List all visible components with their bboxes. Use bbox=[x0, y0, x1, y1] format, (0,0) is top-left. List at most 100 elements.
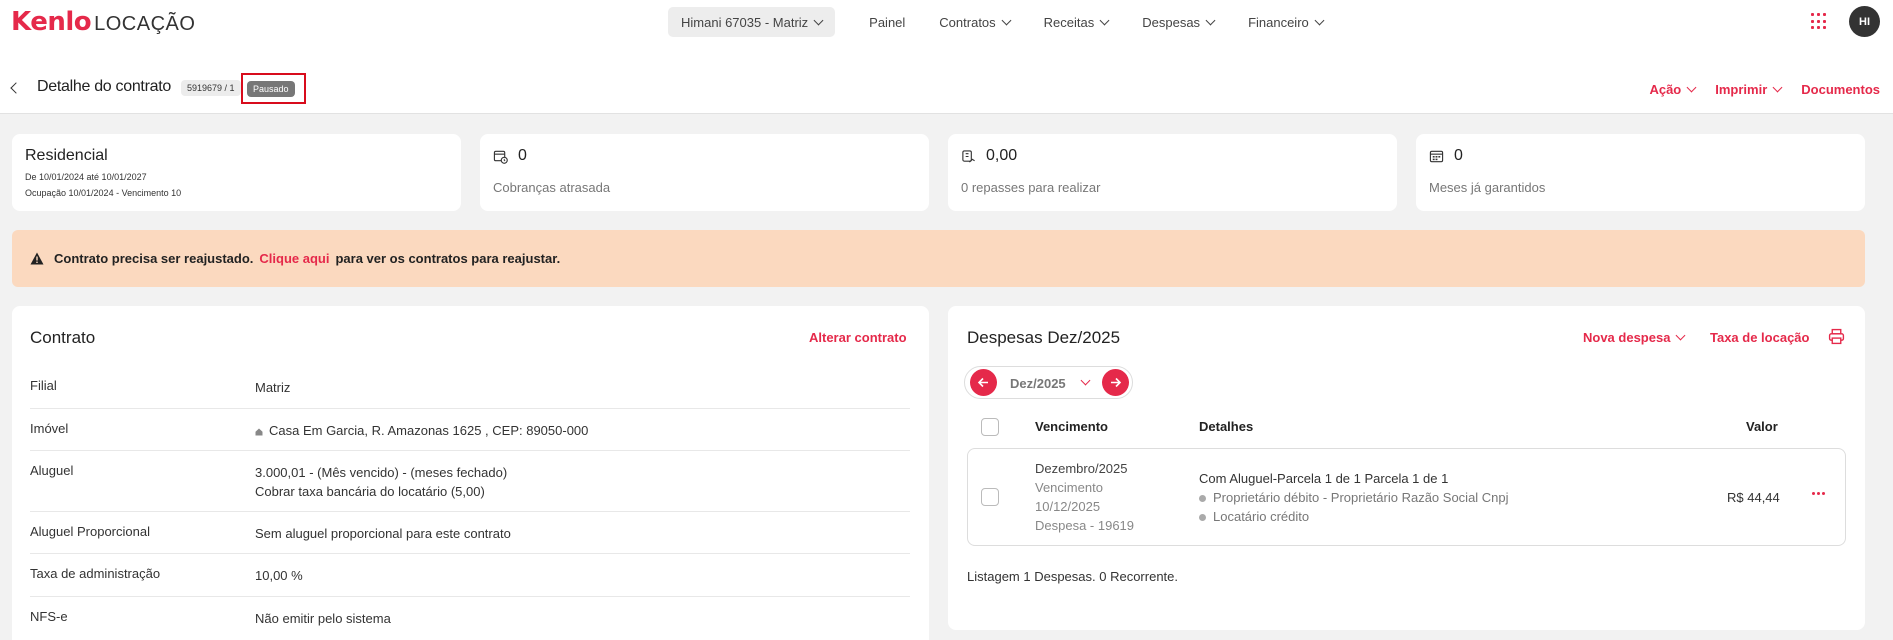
col-detalhes: Detalhes bbox=[1199, 419, 1254, 434]
more-options-icon[interactable] bbox=[1812, 492, 1827, 495]
select-all-checkbox[interactable] bbox=[981, 418, 999, 436]
chevron-down-icon bbox=[813, 15, 824, 25]
calendar-clock-icon bbox=[493, 150, 508, 164]
contract-row: Aluguel 3.000,01 - (Mês vencido) - (mese… bbox=[30, 451, 910, 512]
row-value: 10,00 % bbox=[255, 568, 303, 583]
documentos-label: Documentos bbox=[1801, 82, 1880, 97]
row-key: NFS-e bbox=[30, 609, 68, 624]
contract-row: Filial Matriz bbox=[30, 366, 910, 409]
expense-due-date: 10/12/2025 bbox=[1035, 499, 1101, 514]
stat-card-repasses[interactable]: 0,00 0 repasses para realizar bbox=[948, 134, 1397, 211]
expense-credit: Locatário crédito bbox=[1213, 509, 1310, 524]
stat-card-meses[interactable]: 0 Meses já garantidos bbox=[1416, 134, 1865, 211]
row-value: 3.000,01 - (Mês vencido) - (meses fechad… bbox=[255, 463, 507, 501]
alert-text-after: para ver os contratos para reajustar. bbox=[335, 251, 561, 266]
contract-period: De 10/01/2024 até 10/01/2027 bbox=[25, 172, 147, 182]
stat-label: Cobranças atrasada bbox=[493, 180, 611, 195]
col-valor: Valor bbox=[1746, 419, 1778, 434]
chevron-down-icon bbox=[1080, 375, 1091, 386]
contract-type: Residencial bbox=[25, 147, 108, 164]
stat-value: 0,00 bbox=[986, 147, 1018, 164]
documentos-link[interactable]: Documentos bbox=[1801, 82, 1880, 97]
print-icon[interactable] bbox=[1828, 328, 1845, 345]
nav-despesas[interactable]: Despesas bbox=[1142, 15, 1216, 30]
chevron-down-icon bbox=[1772, 82, 1783, 93]
readjust-alert: Contrato precisa ser reajustado. Clique … bbox=[12, 230, 1865, 287]
branch-label: Himani 67035 - Matriz bbox=[681, 14, 809, 30]
imprimir-menu[interactable]: Imprimir bbox=[1715, 82, 1783, 97]
chevron-down-icon bbox=[1314, 15, 1325, 25]
contract-row: NFS-e Não emitir pelo sistema bbox=[30, 597, 910, 640]
chevron-down-icon bbox=[1099, 15, 1110, 25]
apps-grid-icon[interactable] bbox=[1811, 13, 1828, 30]
row-checkbox[interactable] bbox=[981, 488, 999, 506]
arrow-right-icon bbox=[1111, 377, 1122, 388]
expense-month: Dezembro/2025 bbox=[1035, 461, 1128, 476]
calendar-grid-icon bbox=[1429, 150, 1444, 163]
expenses-title: Despesas Dez/2025 bbox=[967, 328, 1121, 347]
kenlo-logo[interactable]: Kenlo LOCAÇÃO bbox=[11, 7, 195, 37]
back-arrow-icon[interactable] bbox=[10, 82, 22, 94]
alterar-contrato-link[interactable]: Alterar contrato bbox=[809, 330, 907, 345]
expense-value: R$ 44,44 bbox=[1727, 490, 1780, 505]
contract-panel: Contrato Alterar contrato Filial Matriz … bbox=[12, 306, 929, 640]
nova-despesa-menu[interactable]: Nova despesa bbox=[1583, 330, 1686, 345]
contract-header: Detalhe do contrato 5919679 / 1 Pausado … bbox=[0, 44, 1893, 114]
nav-receitas[interactable]: Receitas bbox=[1043, 14, 1110, 30]
stat-card-cobrancas[interactable]: 0 Cobranças atrasada bbox=[480, 134, 929, 211]
stat-value: 0 bbox=[1454, 147, 1463, 164]
taxa-locacao-link[interactable]: Taxa de locação bbox=[1710, 330, 1809, 345]
row-value: Não emitir pelo sistema bbox=[255, 611, 391, 626]
row-key: Filial bbox=[30, 378, 57, 393]
expense-description: Com Aluguel-Parcela 1 de 1 Parcela 1 de … bbox=[1199, 471, 1449, 486]
next-month-button[interactable] bbox=[1102, 369, 1129, 396]
property-address: Casa Em Garcia, R. Amazonas 1625 , CEP: … bbox=[269, 423, 589, 438]
nav-financeiro[interactable]: Financeiro bbox=[1248, 14, 1325, 30]
acao-menu[interactable]: Ação bbox=[1649, 82, 1697, 97]
nav-contratos[interactable]: Contratos bbox=[939, 14, 1012, 30]
acao-label: Ação bbox=[1649, 82, 1682, 97]
page-title: Detalhe do contrato bbox=[37, 78, 171, 95]
row-value: Sem aluguel proporcional para este contr… bbox=[255, 526, 511, 541]
stat-label: 0 repasses para realizar bbox=[961, 180, 1101, 195]
warning-icon bbox=[30, 252, 44, 265]
avatar[interactable]: HI bbox=[1849, 6, 1880, 37]
nav-label: Receitas bbox=[1043, 14, 1095, 30]
row-key: Imóvel bbox=[30, 421, 69, 436]
expenses-footer: Listagem 1 Despesas. 0 Recorrente. bbox=[967, 569, 1178, 584]
expense-row[interactable]: Dezembro/2025 Vencimento 10/12/2025 Desp… bbox=[967, 448, 1846, 546]
expense-details-cell: Com Aluguel-Parcela 1 de 1 Parcela 1 de … bbox=[1199, 469, 1509, 526]
logo-main: Kenlo bbox=[11, 7, 92, 37]
home-icon bbox=[255, 428, 263, 436]
nav-label: Financeiro bbox=[1248, 14, 1309, 30]
contract-row: Aluguel Proporcional Sem aluguel proporc… bbox=[30, 512, 910, 554]
contract-panel-title: Contrato bbox=[30, 328, 96, 347]
chevron-down-icon bbox=[1205, 15, 1216, 25]
nav-label: Painel bbox=[869, 14, 906, 30]
stat-value: 0 bbox=[518, 147, 527, 164]
nav-label: Contratos bbox=[939, 14, 996, 30]
prev-month-button[interactable] bbox=[970, 369, 997, 396]
branch-selector[interactable]: Himani 67035 - Matriz bbox=[668, 7, 836, 37]
chevron-down-icon bbox=[1001, 15, 1012, 25]
chevron-down-icon bbox=[1675, 330, 1686, 341]
debit-dot-icon bbox=[1199, 495, 1206, 503]
alert-link[interactable]: Clique aqui bbox=[259, 251, 329, 266]
credit-dot-icon bbox=[1199, 514, 1206, 522]
contract-occupancy: Ocupação 10/01/2024 - Vencimento 10 bbox=[25, 188, 182, 198]
month-label: Dez/2025 bbox=[1010, 376, 1066, 391]
expense-debit: Proprietário débito - Proprietário Razão… bbox=[1213, 490, 1509, 505]
row-key: Aluguel bbox=[30, 463, 74, 478]
status-badge: Pausado bbox=[247, 81, 295, 97]
expense-id: Despesa - 19619 bbox=[1035, 518, 1135, 533]
nav-painel[interactable]: Painel bbox=[869, 15, 905, 30]
status-highlight: Pausado bbox=[241, 73, 306, 104]
row-key: Aluguel Proporcional bbox=[30, 524, 150, 539]
logo-sub: LOCAÇÃO bbox=[94, 13, 196, 35]
header-actions: Ação Imprimir Documentos bbox=[1629, 82, 1880, 97]
contract-number-badge: 5919679 / 1 bbox=[181, 80, 241, 96]
rent-fee: Cobrar taxa bancária do locatário (5,00) bbox=[255, 484, 485, 499]
contract-row: Imóvel Casa Em Garcia, R. Amazonas 1625 … bbox=[30, 409, 910, 451]
contract-type-card: Residencial De 10/01/2024 até 10/01/2027… bbox=[12, 134, 461, 211]
row-key: Taxa de administração bbox=[30, 566, 161, 581]
